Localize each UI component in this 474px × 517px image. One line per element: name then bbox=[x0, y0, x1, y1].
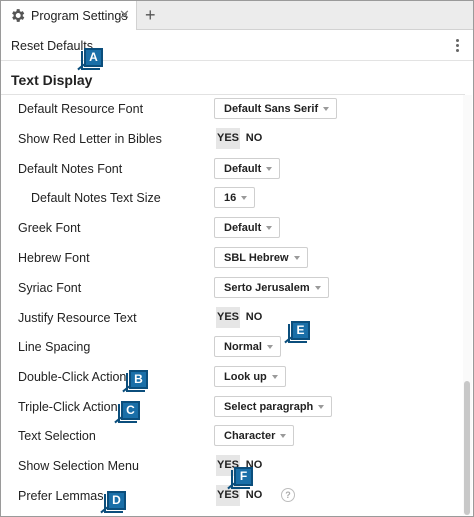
row-label-justify-resource-text: Justify Resource Text bbox=[18, 311, 137, 325]
chevron-down-icon bbox=[266, 167, 273, 171]
add-tab-icon[interactable]: + bbox=[145, 4, 156, 26]
toggle-no-option[interactable]: NO bbox=[244, 128, 264, 149]
dropdown-value: Look up bbox=[224, 371, 267, 383]
row-label-syriac-font: Syriac Font bbox=[18, 281, 82, 295]
dropdown-value: 16 bbox=[224, 192, 237, 204]
section-title: Text Display bbox=[11, 72, 93, 88]
tab-bar: Program Settings ✕ + bbox=[1, 1, 473, 30]
dropdown-value: Character bbox=[224, 430, 276, 442]
tab-program-settings[interactable]: Program Settings ✕ bbox=[1, 1, 137, 30]
line-spacing-dropdown[interactable]: Normal bbox=[214, 336, 281, 357]
scrollbar-thumb[interactable] bbox=[464, 381, 470, 515]
syriac-font-dropdown[interactable]: Serto Jerusalem bbox=[214, 277, 329, 298]
chevron-down-icon bbox=[271, 375, 278, 379]
close-icon[interactable]: ✕ bbox=[119, 7, 130, 23]
toggle-yes-option[interactable]: YES bbox=[216, 307, 240, 328]
callout-label: B bbox=[129, 370, 148, 389]
chevron-down-icon bbox=[280, 434, 287, 438]
dropdown-value: Normal bbox=[224, 341, 262, 353]
row-label-text-selection: Text Selection bbox=[18, 429, 96, 443]
triple-click-action-dropdown[interactable]: Select paragraph bbox=[214, 396, 333, 417]
row-label-show-selection-menu: Show Selection Menu bbox=[18, 459, 139, 473]
default-resource-font-dropdown[interactable]: Default Sans Serif bbox=[214, 98, 338, 119]
chevron-down-icon bbox=[293, 256, 300, 260]
vertical-ellipsis-icon[interactable] bbox=[451, 37, 463, 55]
dropdown-value: Serto Jerusalem bbox=[224, 282, 310, 294]
row-label-hebrew-font: Hebrew Font bbox=[18, 251, 90, 265]
chevron-down-icon bbox=[323, 107, 330, 111]
program-settings-window: Program Settings ✕ + Reset Defaults Text… bbox=[0, 0, 474, 517]
callout-label: E bbox=[291, 321, 310, 340]
gear-icon bbox=[12, 9, 25, 22]
callout-c: C bbox=[114, 401, 140, 424]
tab-title: Program Settings bbox=[31, 9, 128, 23]
callout-label: D bbox=[107, 491, 126, 510]
callout-a: A bbox=[77, 48, 103, 71]
section-divider bbox=[1, 94, 465, 95]
greek-font-dropdown[interactable]: Default bbox=[214, 217, 281, 238]
callout-e: E bbox=[284, 321, 310, 344]
chevron-down-icon bbox=[241, 196, 248, 200]
dropdown-value: SBL Hebrew bbox=[224, 252, 289, 264]
double-click-action-dropdown[interactable]: Look up bbox=[214, 366, 286, 387]
dropdown-value: Default bbox=[224, 163, 262, 175]
dropdown-value: Default bbox=[224, 222, 262, 234]
row-label-double-click-action: Double-Click Action bbox=[18, 370, 127, 384]
row-label-prefer-lemmas: Prefer Lemmas bbox=[18, 489, 104, 503]
toggle-no-option[interactable]: NO bbox=[244, 307, 264, 328]
callout-label: C bbox=[121, 401, 140, 420]
callout-b: B bbox=[122, 370, 148, 393]
default-notes-text-size-dropdown[interactable]: 16 bbox=[214, 187, 256, 208]
callout-label: F bbox=[234, 467, 253, 486]
row-label-triple-click-action: Triple-Click Action bbox=[18, 400, 118, 414]
hebrew-font-dropdown[interactable]: SBL Hebrew bbox=[214, 247, 308, 268]
dropdown-value: Select paragraph bbox=[224, 401, 314, 413]
toggle-yes-option[interactable]: YES bbox=[216, 128, 240, 149]
chevron-down-icon bbox=[314, 286, 321, 290]
row-label-greek-font: Greek Font bbox=[18, 221, 81, 235]
toolbar: Reset Defaults bbox=[1, 31, 473, 61]
row-label-show-red-letter: Show Red Letter in Bibles bbox=[18, 132, 162, 146]
row-label-line-spacing: Line Spacing bbox=[18, 340, 91, 354]
row-label-default-notes-text-size: Default Notes Text Size bbox=[31, 191, 161, 205]
callout-d: D bbox=[100, 491, 126, 514]
row-label-default-resource-font: Default Resource Font bbox=[18, 102, 144, 116]
dropdown-value: Default Sans Serif bbox=[224, 103, 319, 115]
row-label-default-notes-font: Default Notes Font bbox=[18, 162, 123, 176]
chevron-down-icon bbox=[266, 226, 273, 230]
callout-f: F bbox=[227, 467, 253, 490]
callout-label: A bbox=[84, 48, 103, 67]
text-selection-dropdown[interactable]: Character bbox=[214, 425, 295, 446]
help-icon[interactable]: ? bbox=[281, 488, 295, 502]
chevron-down-icon bbox=[318, 405, 325, 409]
chevron-down-icon bbox=[266, 345, 273, 349]
default-notes-font-dropdown[interactable]: Default bbox=[214, 158, 281, 179]
